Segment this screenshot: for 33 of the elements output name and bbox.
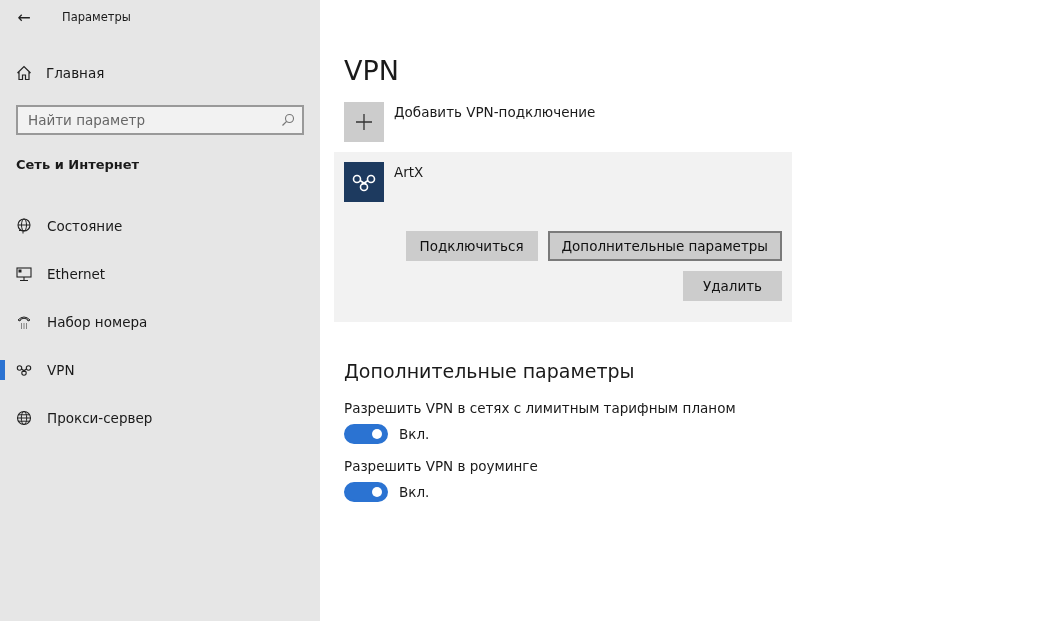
page-title: VPN <box>344 55 400 87</box>
toggle-label: Разрешить VPN в роуминге <box>344 458 539 474</box>
toggle-label: Разрешить VPN в сетях с лимитным тарифным планом <box>344 400 737 416</box>
delete-button[interactable]: Удалить <box>682 271 782 301</box>
back-button[interactable]: ← <box>0 7 48 27</box>
action-button[interactable]: Дополнительные параметры <box>547 231 782 261</box>
nav-item[interactable]: Ethernet <box>0 250 320 298</box>
nav-item[interactable]: Набор номера <box>0 298 320 346</box>
connection-name: ArtX <box>394 164 424 182</box>
add-vpn-button[interactable]: Добавить VPN-подключение <box>344 102 596 142</box>
monitor-icon <box>16 266 32 282</box>
phone-icon <box>16 314 32 330</box>
globe-icon <box>16 410 32 426</box>
vpn-connection-card[interactable]: ArtX Подключиться Дополнительные параметры Удалить <box>334 152 792 322</box>
search-field[interactable]: Найти параметр <box>16 105 304 135</box>
toggle-state-text: Вкл. <box>399 484 430 500</box>
home-icon <box>16 65 32 81</box>
vpn-logo-icon <box>344 162 384 202</box>
nav-item[interactable]: Состояние <box>0 202 320 250</box>
section-heading: Сеть и Интернет <box>16 157 141 174</box>
search-icon <box>281 113 295 127</box>
toggle-state-text: Вкл. <box>399 426 430 442</box>
globe-monitor-icon <box>16 218 32 234</box>
nav-item[interactable]: Прокси-сервер <box>0 394 320 442</box>
toggle-switch[interactable] <box>344 482 388 502</box>
vpn-icon <box>16 362 32 378</box>
nav-item[interactable]: VPN <box>0 346 320 394</box>
home-link[interactable]: Главная <box>16 56 320 90</box>
window-title: Параметры <box>62 10 131 24</box>
toggle-switch[interactable] <box>344 424 388 444</box>
plus-icon <box>355 113 373 131</box>
section-title: Дополнительные параметры <box>344 360 636 384</box>
action-button[interactable]: Подключиться <box>405 231 538 261</box>
